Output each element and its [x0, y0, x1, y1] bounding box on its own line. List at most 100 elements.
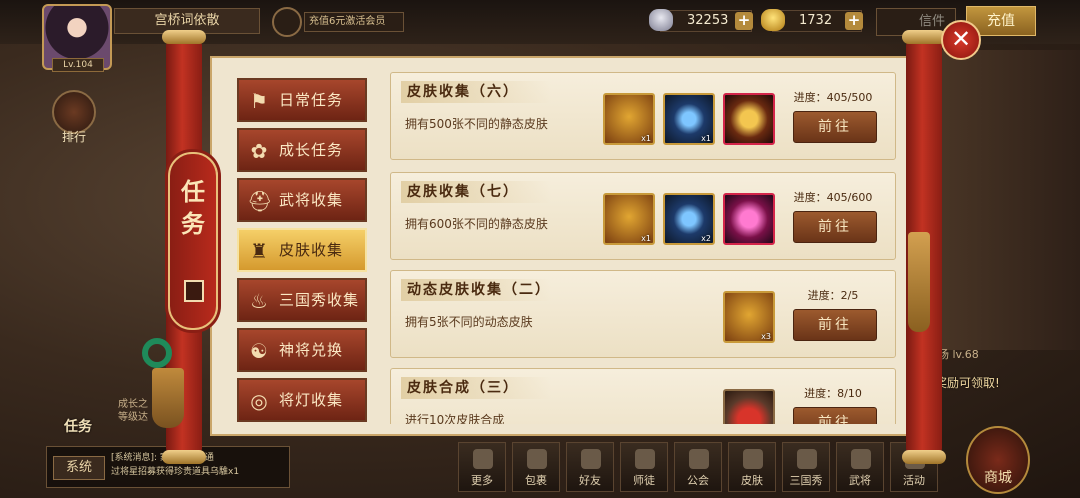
pink-armor-reward-icon[interactable] — [723, 193, 775, 245]
flame-icon: ♨ — [250, 289, 268, 313]
reward-count: x1 — [641, 134, 651, 143]
menu-icon — [689, 449, 709, 469]
tab-2[interactable]: ✿ 成长任务 — [237, 128, 367, 172]
silver-ingot-icon — [649, 9, 673, 31]
panel-title-char-2: 务 — [181, 209, 205, 238]
menu-label: 公会 — [687, 474, 709, 487]
bottom-menu-item[interactable]: 更多 — [458, 442, 506, 492]
reward-count: x1 — [641, 234, 651, 243]
reward-count: x3 — [761, 332, 771, 341]
tab-6[interactable]: ☯ 神将兑换 — [237, 328, 367, 372]
tab-1[interactable]: ⚑ 日常任务 — [237, 78, 367, 122]
flag-icon: ⚑ — [250, 89, 268, 113]
menu-label: 更多 — [471, 474, 493, 487]
general-icon: ☯ — [250, 339, 268, 363]
shop-button[interactable]: 商城 — [966, 426, 1030, 494]
bottom-menu-item[interactable]: 师徒 — [620, 442, 668, 492]
task-list[interactable]: 皮肤收集（六） 拥有500张不同的静态皮肤 x1 x1 进度：405/500 前往 皮肤收集… — [386, 72, 900, 424]
menu-label: 师徒 — [633, 474, 655, 487]
menu-label: 活动 — [903, 474, 925, 487]
tab-label: 神将兑换 — [279, 341, 344, 359]
tab-4[interactable]: ♜ 皮肤收集 — [237, 228, 367, 272]
scroll-reward-icon[interactable]: x1 — [603, 93, 655, 145]
armor-icon: ♜ — [250, 239, 268, 263]
vip-promo-text[interactable]: 充值6元激活会员 — [304, 12, 404, 32]
task-description: 拥有600张不同的静态皮肤 — [405, 217, 548, 231]
task-description: 进行10次皮肤合成 — [405, 413, 505, 424]
blue-flame-reward-icon[interactable]: x2 — [663, 193, 715, 245]
tab-3[interactable]: ⛑ 武将收集 — [237, 178, 367, 222]
lotus-icon: ✿ — [250, 139, 268, 163]
add-gold-button[interactable]: + — [845, 12, 863, 30]
growth-hint: 成长之 等级达 — [118, 399, 148, 423]
blue-flame-reward-icon[interactable]: x1 — [663, 93, 715, 145]
seal-icon — [184, 280, 204, 302]
reward-claim-hint[interactable]: 奖励可领取! — [935, 374, 1000, 391]
task-title: 动态皮肤收集（二） — [401, 279, 551, 301]
gold-counter: 1732 + — [761, 9, 863, 32]
reward-count: x1 — [701, 134, 711, 143]
add-silver-button[interactable]: + — [735, 12, 753, 30]
go-button[interactable]: 前往 — [793, 407, 877, 424]
jade-ring-ornament — [142, 338, 172, 368]
system-channel-button[interactable]: 系统 — [53, 456, 105, 480]
go-button[interactable]: 前往 — [793, 211, 877, 243]
task-progress: 进度：405/600 — [793, 191, 873, 204]
tab-label: 武将收集 — [279, 191, 344, 209]
tab-label: 三国秀收集 — [279, 291, 360, 309]
gold-amount: 1732 — [799, 13, 833, 28]
menu-icon — [851, 449, 871, 469]
task-title: 皮肤收集（七） — [401, 181, 551, 203]
bottom-menu-item[interactable]: 好友 — [566, 442, 614, 492]
menu-label: 三国秀 — [789, 474, 823, 487]
cup-reward-icon[interactable] — [723, 389, 775, 424]
menu-icon — [581, 449, 601, 469]
bottom-menu-item[interactable]: 公会 — [674, 442, 722, 492]
reward-count: x2 — [701, 234, 711, 243]
background-scene — [932, 50, 1080, 350]
bottom-menu-item[interactable]: 三国秀 — [782, 442, 830, 492]
close-button[interactable]: ✕ — [941, 20, 981, 60]
panel-title-badge: 任务 — [168, 152, 218, 330]
arena-level-tag: 场 lv.68 — [938, 348, 979, 361]
bottom-menu-bar: 更多 包裹 好友 师徒 公会 皮肤 三国秀 武将 活动 — [458, 442, 938, 494]
lantern-icon: ◎ — [250, 389, 268, 413]
tab-label: 皮肤收集 — [279, 241, 344, 259]
tassel-ornament — [152, 368, 184, 428]
menu-icon — [635, 449, 655, 469]
go-button[interactable]: 前往 — [793, 111, 877, 143]
task-progress: 进度：2/5 — [807, 289, 859, 302]
game-screen: Lv.104 宫桥词依散 充值6元激活会员 32253 + 1732 + 信件 … — [0, 0, 1080, 498]
silver-amount: 32253 — [687, 13, 729, 28]
tab-label: 将灯收集 — [279, 391, 344, 409]
scroll-reward-icon[interactable]: x3 — [723, 291, 775, 343]
tab-5[interactable]: ♨ 三国秀收集 — [237, 278, 367, 322]
tassel-ornament-right — [908, 232, 930, 332]
silver-counter: 32253 + — [649, 9, 753, 32]
menu-icon — [743, 449, 763, 469]
task-description: 拥有5张不同的动态皮肤 — [405, 315, 533, 329]
vip-icon[interactable] — [272, 7, 302, 37]
menu-icon — [797, 449, 817, 469]
task-card: 皮肤收集（六） 拥有500张不同的静态皮肤 x1 x1 进度：405/500 前往 — [390, 72, 896, 160]
tab-label: 日常任务 — [279, 91, 344, 109]
helmet-icon: ⛑ — [247, 189, 273, 213]
menu-label: 好友 — [579, 474, 601, 487]
go-button[interactable]: 前往 — [793, 309, 877, 341]
tab-7[interactable]: ◎ 将灯收集 — [237, 378, 367, 422]
gold-armor-reward-icon[interactable] — [723, 93, 775, 145]
menu-icon — [473, 449, 493, 469]
task-card: 皮肤合成（三） 进行10次皮肤合成 进度：8/10 前往 — [390, 368, 896, 424]
menu-label: 武将 — [849, 474, 871, 487]
task-card: 皮肤收集（七） 拥有600张不同的静态皮肤 x1 x2 进度：405/600 前往 — [390, 172, 896, 260]
scroll-reward-icon[interactable]: x1 — [603, 193, 655, 245]
bottom-menu-item[interactable]: 武将 — [836, 442, 884, 492]
ranking-label: 排行 — [62, 130, 87, 144]
task-shortcut-label[interactable]: 任务 — [64, 416, 92, 436]
task-title: 皮肤收集（六） — [401, 81, 551, 103]
menu-label: 包裹 — [525, 474, 547, 487]
bottom-menu-item[interactable]: 包裹 — [512, 442, 560, 492]
player-level: Lv.104 — [52, 58, 104, 72]
bottom-menu-item[interactable]: 皮肤 — [728, 442, 776, 492]
task-progress: 进度：405/500 — [793, 91, 873, 104]
